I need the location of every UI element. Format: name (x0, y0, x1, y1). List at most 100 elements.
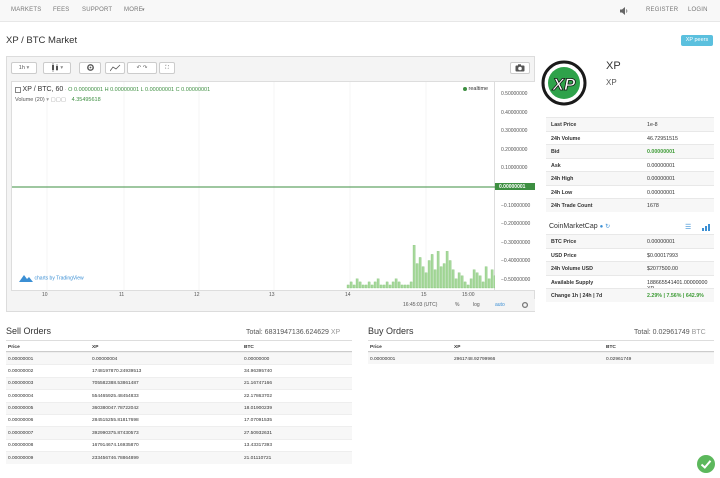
y-tick-label: 0.20000000 (501, 146, 528, 153)
table-cell: 0.00000004 (8, 393, 34, 399)
stat-row: 24h High 0.00000001 (546, 171, 714, 185)
table-cell: 0.00000004 (92, 356, 118, 362)
column-header[interactable]: BTC (244, 345, 254, 350)
nav-markets[interactable]: MARKETS (11, 7, 41, 13)
y-tick-label: 0.10000000 (501, 165, 528, 172)
volume-bar (379, 284, 383, 289)
volume-bar (454, 278, 458, 289)
table-row[interactable]: 0.00000007 392990375.87430573 27.50932631 (6, 426, 352, 439)
volume-bar (466, 284, 470, 289)
table-row[interactable]: 0.00000004 554465925.48454833 22.17863702 (6, 389, 352, 401)
volume-bar (460, 275, 464, 289)
table-cell: 34.96395740 (244, 368, 273, 374)
stat-row: USD Price $0.00017993 (546, 247, 714, 262)
undo-icon[interactable]: ↶ (137, 65, 142, 71)
volume-bar (490, 269, 494, 289)
volume-bar (352, 284, 356, 289)
table-row[interactable]: 0.00000005 360380047.78722042 18.01900239 (6, 401, 352, 414)
buy-total-value: Total: 0.02961749 (634, 329, 690, 336)
column-header[interactable]: Price (370, 345, 382, 350)
list-view-icon[interactable]: ☰ (685, 223, 691, 231)
nav-login[interactable]: LOGIN (688, 7, 708, 13)
table-row[interactable]: 0.00000002 1748197870.24939513 34.96395740 (6, 364, 352, 376)
price-plot[interactable]: XP / BTC, 60 · O 0.00000001 H 0.00000001… (11, 81, 496, 292)
refresh-icon[interactable]: ↻ (605, 224, 610, 230)
table-row[interactable]: 0.00000003 705582388.53861487 21.16747166 (6, 376, 352, 390)
nav-more[interactable]: MORE (124, 7, 143, 13)
chart-settings-gear-icon[interactable] (521, 301, 529, 309)
volume-bar (394, 278, 398, 289)
table-cell: 0.00000008 (8, 443, 34, 449)
redo-icon[interactable]: ↷ (143, 65, 148, 71)
bar-chart-icon[interactable] (702, 224, 710, 231)
table-cell: 0.00000009 (8, 455, 34, 461)
tradingview-branding[interactable]: charts by TradingView (19, 274, 84, 282)
volume-bar (373, 281, 377, 289)
table-row[interactable]: 0.00000009 233456746.78864899 21.01110721 (6, 451, 352, 464)
volume-legend: Volume (20) ▾ ▢▢▢ 4.35495618 (15, 97, 101, 103)
stat-value: 46.72951515 (647, 135, 678, 142)
collapse-legend-icon[interactable] (15, 86, 21, 93)
stat-value: 0.00000001 (647, 189, 675, 196)
info-icon[interactable]: ● (600, 224, 604, 230)
stat-row: 24h Volume 46.72951515 (546, 130, 714, 145)
nav-register[interactable]: REGISTER (646, 7, 678, 13)
volume-bar (484, 266, 488, 289)
interval-select[interactable]: 1h ▾ (11, 62, 37, 74)
percent-scale-button[interactable]: % (455, 302, 459, 308)
current-price-marker: 0.00000001 (495, 183, 535, 190)
column-header[interactable]: XP (454, 345, 460, 350)
chart-type-select[interactable]: ▾ (43, 62, 71, 74)
nav-support[interactable]: SUPPORT (82, 7, 112, 13)
table-row[interactable]: 0.00000008 167914674.16935870 13.43317393 (6, 438, 352, 451)
auto-scale-button[interactable]: auto (495, 302, 505, 308)
volume-bar (400, 284, 404, 289)
top-navbar: MARKETS FEES SUPPORT MORE ▾ REGISTER LOG… (0, 0, 720, 22)
volume-bar (364, 284, 368, 289)
table-cell: 21.01110721 (244, 455, 272, 461)
coin-name: XP (606, 60, 621, 72)
table-cell: 0.00000002 (8, 368, 34, 374)
table-cell: 233456746.78864899 (92, 455, 139, 461)
table-cell: 22.17863702 (244, 393, 273, 399)
column-header[interactable]: Price (8, 345, 20, 350)
stat-value: 1678 (647, 203, 659, 209)
column-header[interactable]: BTC (606, 345, 616, 350)
peers-button[interactable]: XP peers (681, 35, 713, 46)
coin-logo: XP (541, 60, 587, 106)
stat-value: 0.00000001 (647, 239, 675, 245)
stat-label: Change 1h | 24h | 7d (551, 293, 603, 299)
plot-canvas (12, 82, 496, 292)
table-cell: 0.00000000 (244, 356, 270, 362)
snapshot-button[interactable] (510, 62, 530, 74)
undo-redo-group[interactable]: ↶ ↷ (127, 62, 157, 74)
table-row[interactable]: 0.00000006 284515255.81817698 17.07091535 (6, 413, 352, 426)
stat-value: 0.00000001 (647, 162, 675, 169)
column-header[interactable]: XP (92, 345, 98, 350)
y-tick-label: 0.50000000 (501, 91, 528, 97)
sell-orders-table: Price XP BTC 0.00000001 0.00000004 0.00000000… (6, 340, 352, 464)
y-tick-label: 0.30000000 (501, 128, 528, 135)
status-ok-badge[interactable] (697, 455, 715, 473)
settings-button[interactable] (79, 62, 101, 74)
legend-symbol: XP / BTC, 60 (22, 86, 64, 93)
log-scale-button[interactable]: log (473, 302, 480, 308)
y-tick-label: −0.10000000 (501, 202, 531, 209)
table-cell: 0.02961749 (606, 356, 632, 362)
fullscreen-button[interactable]: ⛶ (159, 62, 175, 74)
price-axis[interactable]: 0.50000000 0.40000000 0.30000000 0.20000000… (495, 81, 535, 291)
time-axis[interactable]: 10 11 12 13 14 15 15:00 (11, 291, 495, 299)
y-tick-label: −0.20000000 (501, 221, 531, 228)
table-row[interactable]: 0.00000001 0.00000004 0.00000000 (6, 352, 352, 365)
sell-orders-total: Total: 6831947136.624629 XP (246, 329, 340, 336)
camera-icon (515, 63, 525, 72)
speaker-icon[interactable] (619, 6, 629, 16)
table-row[interactable]: 0.00000001 2961748.92799966 0.02961749 (368, 352, 714, 365)
buy-orders-title: Buy Orders (368, 326, 414, 336)
nav-fees[interactable]: FEES (53, 7, 69, 13)
volume-bar (481, 281, 485, 289)
indicators-button[interactable] (105, 62, 125, 74)
table-cell: 554465925.48454833 (92, 393, 139, 399)
volume-bar (355, 278, 359, 289)
table-header: Price XP BTC (368, 340, 714, 352)
